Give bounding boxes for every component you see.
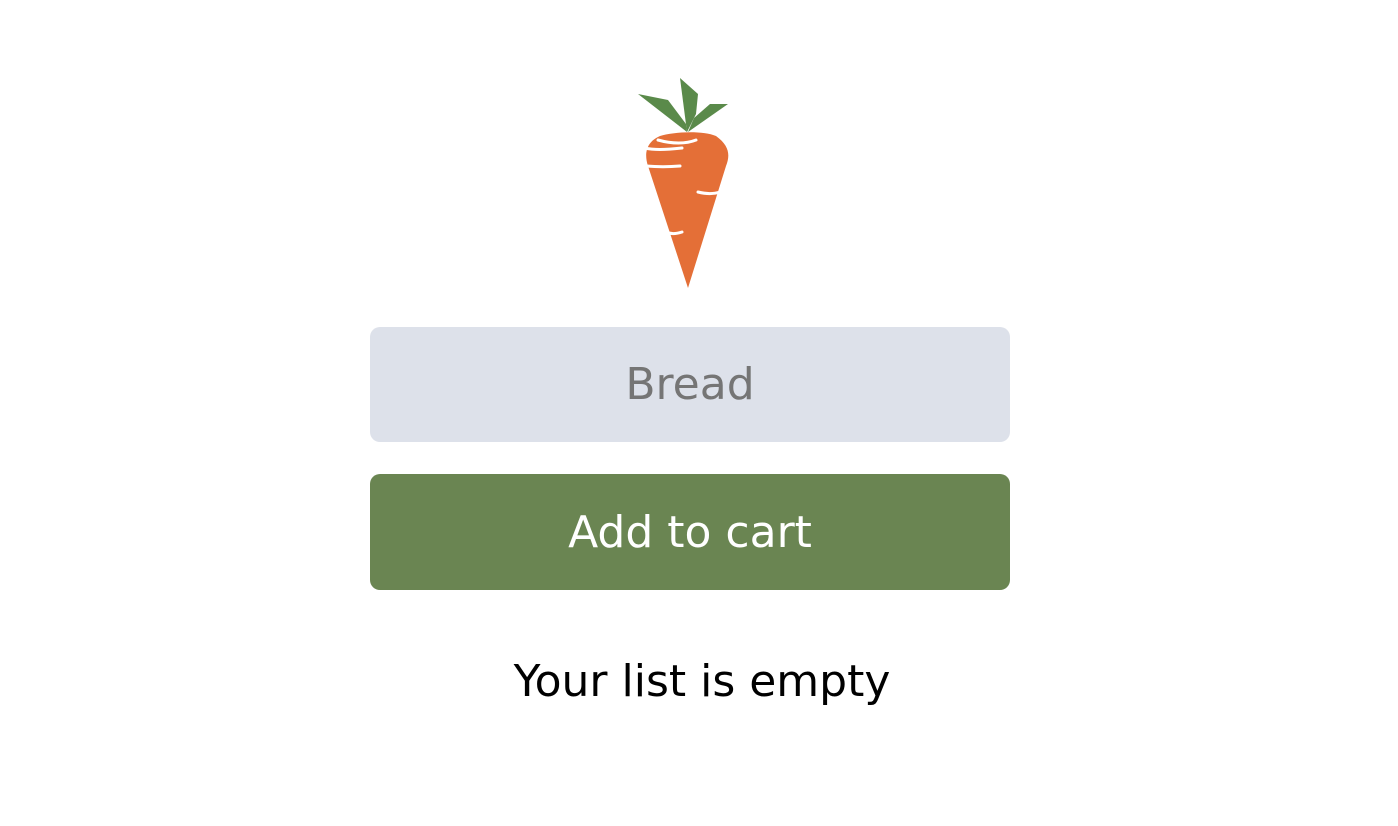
carrot-icon: [638, 78, 729, 288]
item-input[interactable]: [370, 327, 1010, 442]
app-container: Add to cart Your list is empty: [0, 0, 1398, 826]
add-to-cart-button[interactable]: Add to cart: [370, 474, 1010, 590]
app-logo: [628, 74, 748, 294]
empty-list-message: Your list is empty: [513, 656, 891, 707]
